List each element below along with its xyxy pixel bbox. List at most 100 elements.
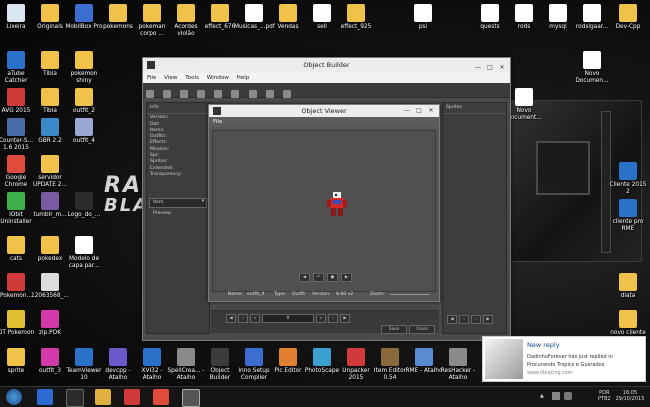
object-builder-titlebar[interactable]: Object Builder — □ ✕ <box>143 58 510 73</box>
desktop-icon-image <box>7 236 25 254</box>
tray-up-icon[interactable]: ▲ <box>540 393 544 399</box>
last-page-button[interactable]: ▶ <box>340 314 350 323</box>
ie-icon[interactable] <box>37 389 53 405</box>
desktop-icon-image <box>7 192 25 210</box>
start-button[interactable] <box>6 389 22 405</box>
rotate-left-button[interactable]: ◀ <box>299 273 310 282</box>
desktop-icon[interactable]: ResHacker - Atalho <box>438 348 478 382</box>
chevron-down-icon: ▾ <box>201 199 204 204</box>
desktop-icon-image <box>41 273 59 291</box>
object-builder-taskbar-icon[interactable] <box>182 389 200 407</box>
next-page-button[interactable]: › <box>328 314 338 323</box>
merge-icon[interactable] <box>197 90 206 98</box>
desktop-icon[interactable]: novo cliente <box>608 310 648 337</box>
desktop-icon[interactable]: 12063568_... <box>30 273 70 300</box>
desktop-icon[interactable]: Dev-Cpp <box>608 4 648 31</box>
next-button[interactable]: » <box>316 314 326 323</box>
sprites-first-button[interactable]: ◀ <box>447 315 457 324</box>
desktop-icon-image <box>449 348 467 366</box>
close-button[interactable]: Close <box>409 325 435 334</box>
desktop-icon[interactable]: outfit_2 <box>64 88 104 115</box>
desktop-icon-label: Cliente 2015 2 <box>609 182 647 195</box>
explorer-icon[interactable] <box>95 389 111 405</box>
desktop-icon-image <box>211 348 229 366</box>
desktop-icon[interactable]: Cliente 2015 2 <box>608 162 648 196</box>
desktop-icon-image <box>41 310 59 328</box>
desktop-icon[interactable]: cliente pro RME <box>608 199 648 233</box>
sprites-prev-button[interactable]: ‹ <box>459 315 469 324</box>
animation-icon[interactable] <box>248 90 257 98</box>
desktop-icon-image <box>7 118 25 136</box>
maximize-icon[interactable]: □ <box>413 105 425 117</box>
undo-icon[interactable]: ↶ <box>313 273 324 282</box>
desktop-icon[interactable]: servidor UPDATE 2... <box>30 155 70 189</box>
zoom-slider[interactable] <box>390 294 430 295</box>
zoom-label: Zoom: <box>370 292 385 297</box>
desktop-icon-image <box>347 4 365 22</box>
chrome-icon[interactable] <box>153 389 169 405</box>
viewer-menu-file[interactable]: File <box>213 119 222 125</box>
language-indicator[interactable]: POR PTB2 <box>598 390 611 402</box>
play-icon[interactable]: ● <box>327 273 338 282</box>
desktop-icon[interactable]: zip.POK <box>30 310 70 337</box>
desktop-icon[interactable]: rodslgaar... <box>572 4 612 31</box>
settings-icon[interactable] <box>265 90 274 98</box>
cmd-icon[interactable] <box>66 389 84 407</box>
menu-window[interactable]: Window <box>207 75 229 81</box>
menu-view[interactable]: View <box>164 75 177 81</box>
sprites-last-button[interactable]: ▶ <box>483 315 493 324</box>
desktop-icon-image <box>381 348 399 366</box>
object-viewer-titlebar[interactable]: Object Viewer — □ ✕ <box>209 105 439 117</box>
search-icon[interactable] <box>231 90 240 98</box>
prev-button[interactable]: « <box>250 314 260 323</box>
desktop-icon-image <box>75 88 93 106</box>
first-page-button[interactable]: ◀ <box>226 314 236 323</box>
menu-help[interactable]: Help <box>237 75 250 81</box>
desktop-icon-label: 12063568_... <box>31 293 69 299</box>
desktop-icon-image <box>7 348 25 366</box>
minimize-icon[interactable]: — <box>401 105 413 117</box>
desktop-icon-image <box>41 4 59 22</box>
desktop-icon[interactable]: psi <box>403 4 443 31</box>
close-icon[interactable]: ✕ <box>496 60 508 75</box>
notification-link[interactable]: www.tibiaking.com <box>527 371 572 376</box>
network-icon[interactable] <box>552 392 560 400</box>
desktop-icon[interactable]: Novo Documen... <box>572 51 612 85</box>
category-value: Item <box>153 200 164 205</box>
preview-label: Preview <box>153 211 171 216</box>
sprites-next-button[interactable]: › <box>471 315 481 324</box>
minimize-icon[interactable]: — <box>472 60 484 75</box>
status-name-label: Name: <box>228 292 244 297</box>
page-input[interactable]: 0 <box>262 314 314 323</box>
desktop-icon[interactable]: Logo_do_... <box>64 192 104 219</box>
save-button[interactable]: Save <box>381 325 407 334</box>
object-builder-menubar: File View Tools Window Help <box>143 73 510 83</box>
desktop-icon-image <box>75 348 93 366</box>
notification-popup[interactable]: New reply DadinhoForever has just replie… <box>482 336 646 382</box>
log-icon[interactable] <box>282 90 291 98</box>
menu-tools[interactable]: Tools <box>185 75 199 81</box>
category-select[interactable]: Item ▾ <box>149 198 207 208</box>
rotate-right-button[interactable]: ▶ <box>341 273 352 282</box>
desktop-icon-label: outfit_4 <box>72 138 95 144</box>
volume-icon[interactable] <box>564 392 572 400</box>
pokeball-icon[interactable] <box>124 389 140 405</box>
maximize-icon[interactable]: □ <box>484 60 496 75</box>
desktop-icon-image <box>7 155 25 173</box>
new-icon[interactable] <box>146 90 154 98</box>
desktop-icon[interactable]: effect_925 <box>336 4 376 31</box>
open-icon[interactable] <box>163 90 172 98</box>
compile-icon[interactable] <box>180 90 189 98</box>
desktop-icon-label: pokemon shiny <box>70 71 98 84</box>
close-icon[interactable]: ✕ <box>425 105 437 117</box>
desktop-icon-image <box>41 118 59 136</box>
import-icon[interactable] <box>214 90 223 98</box>
clock[interactable]: 16:05 29/10/2015 <box>612 390 648 402</box>
desktop-icon[interactable]: dlata <box>608 273 648 300</box>
desktop-icon[interactable]: pokemon shiny <box>64 51 104 85</box>
prev-page-button[interactable]: ‹ <box>238 314 248 323</box>
desktop-icon-image <box>143 348 161 366</box>
desktop-icon[interactable]: Modelo de capa par... <box>64 236 104 270</box>
desktop-icon[interactable]: outfit_4 <box>64 118 104 145</box>
menu-file[interactable]: File <box>147 75 156 81</box>
